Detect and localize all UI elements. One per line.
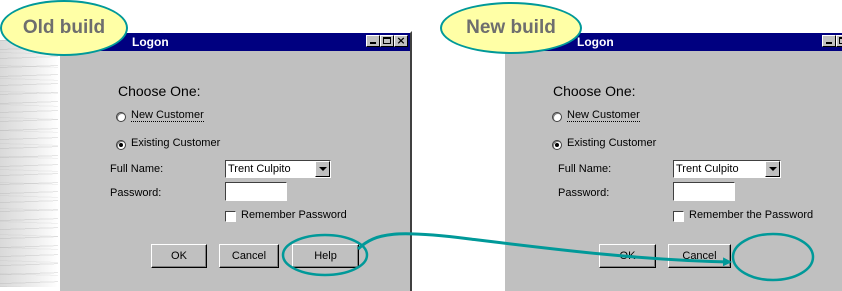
old-radio-new-customer-label[interactable]: New Customer (131, 109, 204, 122)
new-radio-new-customer[interactable] (552, 112, 562, 122)
new-remember-label[interactable]: Remember the Password (689, 209, 813, 221)
new-full-name-value: Trent Culpito (676, 163, 739, 175)
old-window-title: Logon (132, 35, 169, 49)
chevron-down-icon[interactable] (315, 161, 330, 177)
new-cancel-button[interactable]: Cancel (668, 244, 731, 268)
old-radio-existing-customer-label[interactable]: Existing Customer (131, 137, 220, 149)
old-cancel-button[interactable]: Cancel (219, 244, 279, 268)
scanned-paper-edge (0, 40, 58, 287)
new-radio-existing-customer-label[interactable]: Existing Customer (567, 137, 656, 149)
close-button[interactable]: × (394, 34, 408, 47)
old-choose-heading: Choose One: (118, 83, 201, 99)
new-password-label: Password: (558, 187, 610, 199)
old-title-buttons: × (366, 34, 408, 47)
minimize-button[interactable] (366, 35, 380, 47)
maximize-button[interactable] (380, 35, 394, 47)
old-radio-new-customer[interactable] (116, 112, 126, 122)
maximize-icon (383, 37, 391, 44)
old-remember-label[interactable]: Remember Password (241, 209, 347, 221)
new-build-callout: New build (440, 2, 582, 54)
old-radio-existing-customer[interactable] (116, 140, 126, 150)
old-remember-checkbox[interactable] (225, 211, 236, 222)
minimize-icon (826, 42, 832, 44)
new-remember-checkbox[interactable] (673, 211, 684, 222)
new-radio-existing-customer[interactable] (552, 140, 562, 150)
old-full-name-combo[interactable]: Trent Culpito (225, 160, 331, 178)
new-radio-new-customer-label[interactable]: New Customer (567, 109, 640, 122)
old-build-callout: Old build (0, 0, 128, 56)
close-icon: × (396, 34, 406, 47)
chevron-down-icon[interactable] (765, 161, 780, 177)
minimize-button[interactable] (822, 35, 836, 47)
old-help-button[interactable]: Help (292, 244, 359, 268)
old-logon-window: Logon × Choose One: New Customer Existin… (58, 31, 412, 291)
new-ok-button[interactable]: OK (599, 244, 656, 268)
maximize-button[interactable] (836, 35, 842, 47)
old-ok-button[interactable]: OK (151, 244, 207, 268)
new-full-name-combo[interactable]: Trent Culpito (673, 160, 781, 178)
new-logon-window: Logon × Choose One: New Customer Existin… (503, 31, 842, 291)
old-password-field[interactable] (225, 182, 287, 201)
new-choose-heading: Choose One: (553, 83, 636, 99)
new-window-title: Logon (577, 35, 614, 49)
minimize-icon (370, 42, 376, 44)
new-full-name-label: Full Name: (558, 163, 612, 175)
old-password-label: Password: (110, 187, 162, 199)
new-title-buttons: × (822, 35, 842, 47)
old-full-name-label: Full Name: (110, 163, 164, 175)
old-full-name-value: Trent Culpito (228, 163, 291, 175)
new-password-field[interactable] (673, 182, 735, 201)
